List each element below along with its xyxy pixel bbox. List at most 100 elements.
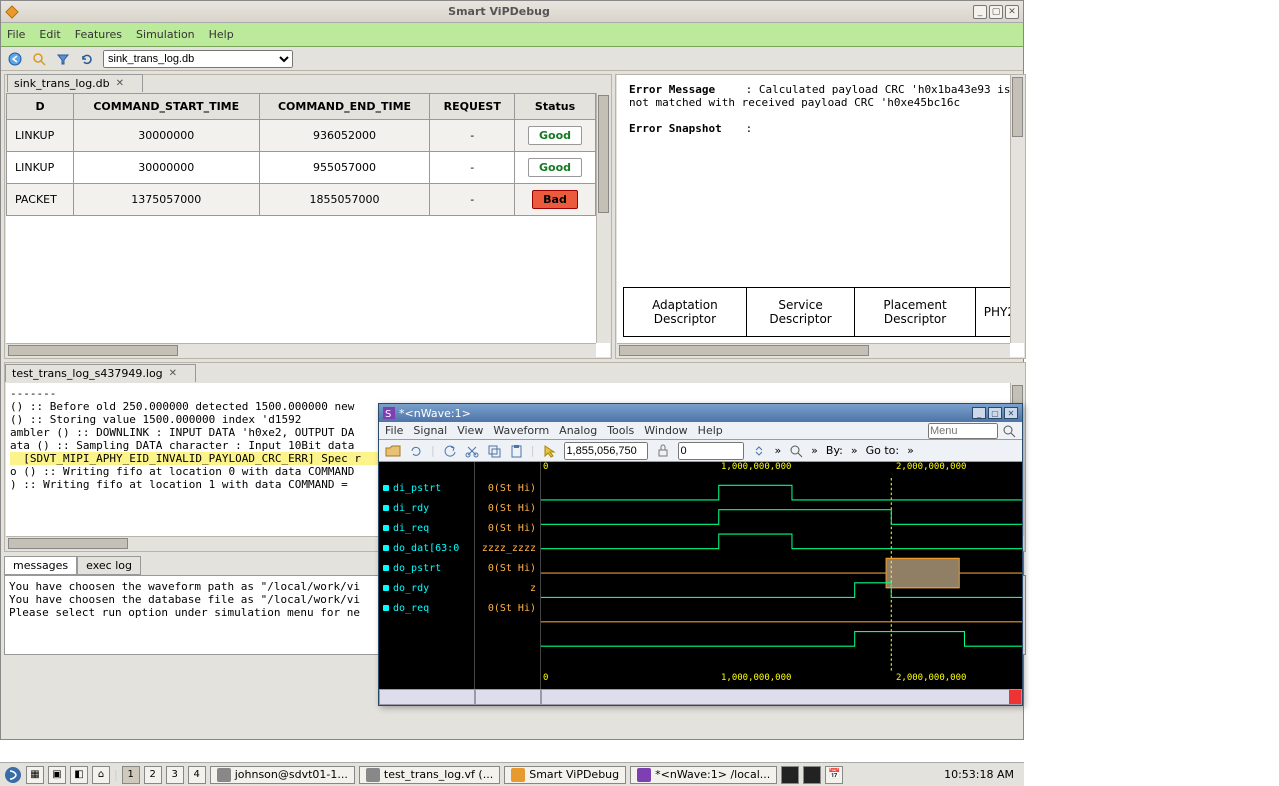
nwave-close[interactable]: ✕ xyxy=(1004,407,1018,419)
taskbar-app[interactable]: *<nWave:1> /local... xyxy=(630,766,777,784)
cut-icon[interactable] xyxy=(465,444,479,458)
log-tab[interactable]: test_trans_log_s437949.log ✕ xyxy=(5,364,196,382)
taskbar-app[interactable]: Smart ViPDebug xyxy=(504,766,626,784)
workspace-4[interactable]: 4 xyxy=(188,766,206,784)
zoom-icon[interactable] xyxy=(789,444,803,458)
nwave-menu-window[interactable]: Window xyxy=(644,424,687,437)
status-badge: Bad xyxy=(532,190,578,209)
nwave-maximize[interactable]: ▢ xyxy=(988,407,1002,419)
nwave-titlebar[interactable]: S *<nWave:1> _ ▢ ✕ xyxy=(379,404,1022,422)
editor-icon xyxy=(366,768,380,782)
nwave-menu-search[interactable] xyxy=(928,423,998,439)
cursor-icon[interactable] xyxy=(542,444,556,458)
menubar: File Edit Features Simulation Help xyxy=(1,23,1023,47)
nwave-menu-help[interactable]: Help xyxy=(698,424,723,437)
taskbar-app[interactable]: test_trans_log.vf (... xyxy=(359,766,500,784)
svg-text:S: S xyxy=(385,409,391,419)
messages-tab[interactable]: messages xyxy=(4,556,77,575)
zoom-button[interactable] xyxy=(31,51,47,67)
waveform-area[interactable]: 0 1,000,000,000 2,000,000,000 xyxy=(541,462,1022,689)
nwave-menu-file[interactable]: File xyxy=(385,424,403,437)
nwave-menu-waveform[interactable]: Waveform xyxy=(493,424,549,437)
nwave-minimize[interactable]: _ xyxy=(972,407,986,419)
reload-icon[interactable] xyxy=(409,444,423,458)
nwave-adj-input[interactable] xyxy=(678,442,744,460)
log-line[interactable]: ------- xyxy=(10,387,1020,400)
undo-icon[interactable] xyxy=(443,444,457,458)
minimize-button[interactable]: _ xyxy=(973,5,987,19)
anchor-icon[interactable] xyxy=(656,444,670,458)
transactions-tab[interactable]: sink_trans_log.db ✕ xyxy=(7,74,143,92)
app-launcher-icon[interactable]: ◧ xyxy=(70,766,88,784)
folder-icon[interactable] xyxy=(385,444,401,458)
signal-names-column[interactable]: di_pstrtdi_rdydi_reqdo_dat[63:0do_pstrtd… xyxy=(379,462,475,689)
table-header: D COMMAND_START_TIME COMMAND_END_TIME RE… xyxy=(7,94,596,120)
nwave-menu-signal[interactable]: Signal xyxy=(413,424,447,437)
error-snapshot-label: Error Snapshot xyxy=(629,122,739,135)
table-row[interactable]: LINKUP 30000000 955057000 - Good xyxy=(7,152,596,184)
descriptor-cell[interactable]: Adaptation Descriptor xyxy=(624,288,747,337)
nwave-scrollbar[interactable] xyxy=(379,689,1022,705)
up-down-icon[interactable] xyxy=(752,444,766,458)
nwave-toolbar: | | » » By: » Go to: » xyxy=(379,440,1022,462)
signal-value: z xyxy=(475,578,540,598)
signal-value: 0(St Hi) xyxy=(475,498,540,518)
menu-features[interactable]: Features xyxy=(75,28,122,41)
vipdebug-icon xyxy=(511,768,525,782)
table-row[interactable]: LINKUP 30000000 936052000 - Good xyxy=(7,120,596,152)
close-icon[interactable]: ✕ xyxy=(116,78,124,89)
start-icon[interactable] xyxy=(4,766,22,784)
nwave-menu-tools[interactable]: Tools xyxy=(607,424,634,437)
nwave-menu-view[interactable]: View xyxy=(457,424,483,437)
descriptor-cell[interactable]: Placement Descriptor xyxy=(855,288,975,337)
workspace-3[interactable]: 3 xyxy=(166,766,184,784)
back-button[interactable] xyxy=(7,51,23,67)
copy-icon[interactable] xyxy=(487,444,501,458)
error-panel: Error Message : Calculated payload CRC '… xyxy=(615,74,1026,359)
nwave-window[interactable]: S *<nWave:1> _ ▢ ✕ File Signal View Wave… xyxy=(378,403,1023,706)
tray-icon[interactable]: 📅 xyxy=(825,766,843,784)
nwave-icon: S xyxy=(383,407,395,419)
app-launcher-icon[interactable]: ▣ xyxy=(48,766,66,784)
workspace-1[interactable]: 1 xyxy=(122,766,140,784)
signal-name[interactable]: do_req xyxy=(379,598,474,618)
signal-name[interactable]: do_dat[63:0 xyxy=(379,538,474,558)
signal-name[interactable]: do_rdy xyxy=(379,578,474,598)
nwave-icon xyxy=(637,768,651,782)
menu-help[interactable]: Help xyxy=(209,28,234,41)
signal-name[interactable]: di_pstrt xyxy=(379,478,474,498)
nwave-menubar: File Signal View Waveform Analog Tools W… xyxy=(379,422,1022,440)
filter-button[interactable] xyxy=(55,51,71,67)
db-selector[interactable]: sink_trans_log.db xyxy=(103,50,293,68)
signal-name[interactable]: di_req xyxy=(379,518,474,538)
paste-icon[interactable] xyxy=(509,444,523,458)
app-launcher-icon[interactable]: ▦ xyxy=(26,766,44,784)
signal-name[interactable]: do_pstrt xyxy=(379,558,474,578)
menu-file[interactable]: File xyxy=(7,28,25,41)
nwave-menu-analog[interactable]: Analog xyxy=(559,424,597,437)
descriptor-cell[interactable]: Service Descriptor xyxy=(746,288,855,337)
execlog-tab[interactable]: exec log xyxy=(77,556,141,575)
workspace-2[interactable]: 2 xyxy=(144,766,162,784)
close-icon[interactable]: ✕ xyxy=(169,368,177,379)
desktop-taskbar: ▦ ▣ ◧ ⌂ | 1 2 3 4 johnson@sdvt01-1... te… xyxy=(0,762,1024,786)
signal-name[interactable]: di_rdy xyxy=(379,498,474,518)
vertical-scrollbar[interactable] xyxy=(596,93,610,343)
search-icon[interactable] xyxy=(1002,424,1016,438)
horizontal-scrollbar[interactable] xyxy=(6,343,596,357)
menu-edit[interactable]: Edit xyxy=(39,28,60,41)
app-launcher-icon[interactable]: ⌂ xyxy=(92,766,110,784)
nwave-time-input[interactable] xyxy=(564,442,648,460)
close-button[interactable]: ✕ xyxy=(1005,5,1019,19)
horizontal-scrollbar[interactable] xyxy=(617,343,1010,357)
tray-icon[interactable] xyxy=(781,766,799,784)
menu-simulation[interactable]: Simulation xyxy=(136,28,195,41)
refresh-button[interactable] xyxy=(79,51,95,67)
taskbar-app[interactable]: johnson@sdvt01-1... xyxy=(210,766,355,784)
maximize-button[interactable]: ▢ xyxy=(989,5,1003,19)
nwave-title-text: *<nWave:1> xyxy=(399,407,972,420)
table-row[interactable]: PACKET 1375057000 1855057000 - Bad xyxy=(7,184,596,216)
vertical-scrollbar[interactable] xyxy=(1010,75,1024,343)
clock: 10:53:18 AM xyxy=(944,768,1020,781)
tray-icon[interactable] xyxy=(803,766,821,784)
